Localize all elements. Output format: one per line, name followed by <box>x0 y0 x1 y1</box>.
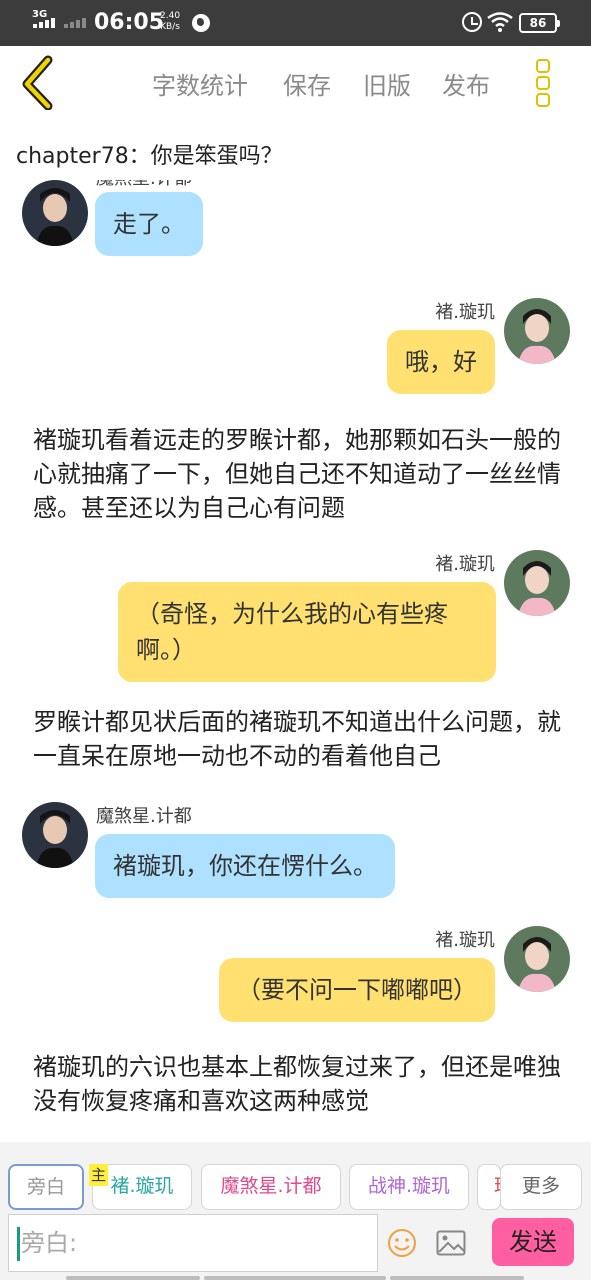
narration-text[interactable]: 褚璇玑的六识也基本上都恢复过来了，但还是唯独没有恢复疼痛和喜欢这两种感觉 <box>33 1050 563 1118</box>
speaker-name: 褚.璇玑 <box>435 302 495 323</box>
message-input[interactable] <box>9 1215 377 1271</box>
more-roles-button[interactable]: 更多 <box>500 1164 582 1210</box>
back-button[interactable] <box>14 54 64 111</box>
message-bubble[interactable]: （要不问一下嘟嘟吧） <box>219 958 495 1022</box>
speaker-name: 褚.璇玑 <box>435 930 495 951</box>
message-input-box[interactable] <box>8 1214 378 1272</box>
globe-icon <box>192 14 210 32</box>
network-speed: 2.40 KB/s <box>160 11 180 33</box>
message-bubble[interactable]: 走了。 <box>95 192 203 256</box>
message-bubble[interactable]: 哦，好 <box>387 330 495 394</box>
speed-value: 2.40 <box>160 11 181 21</box>
chevron-left-icon <box>22 55 53 111</box>
chapter-title[interactable]: chapter78：你是笨蛋吗？ <box>16 138 283 170</box>
smiley-icon[interactable] <box>387 1228 417 1258</box>
main-role-badge: 主 <box>89 1164 108 1186</box>
nav-indicator <box>390 1276 524 1280</box>
signal-icon-secondary <box>64 18 86 28</box>
nav-indicator <box>66 1276 200 1280</box>
role-input-bar: 旁白 褚.璇玑 主 魔煞星.计都 战神.璇玑 琼 更多 发送 <box>0 1142 591 1280</box>
chat-message-left[interactable]: 魔煞星.计都 走了。 <box>0 180 591 276</box>
word-count-button[interactable]: 字数统计 <box>152 66 248 101</box>
chat-message-right[interactable]: 褚.璇玑 （要不问一下嘟嘟吧） <box>0 924 591 1034</box>
battery-indicator: 86 <box>519 13 560 33</box>
narration-text[interactable]: 罗睺计都见状后面的褚璇玑不知道出什么问题，就一直呆在原地一动也不动的看着他自己 <box>33 705 563 773</box>
status-bar: 3G 06:05 2.40 KB/s 86 <box>0 0 591 46</box>
top-toolbar: 字数统计 保存 旧版 发布 <box>0 46 591 120</box>
more-button[interactable] <box>528 56 558 110</box>
role-chip-jidu[interactable]: 魔煞星.计都 <box>201 1164 341 1210</box>
chat-message-left[interactable]: 魔煞星.计都 褚璇玑，你还在愣什么。 <box>0 800 591 910</box>
avatar-xuanji[interactable] <box>504 298 570 364</box>
alarm-icon <box>462 12 482 32</box>
speed-unit: KB/s <box>160 22 180 32</box>
message-bubble[interactable]: 褚璇玑，你还在愣什么。 <box>95 834 395 898</box>
avatar-jidu[interactable] <box>22 802 88 868</box>
chat-message-right[interactable]: 褚.璇玑 （奇怪，为什么我的心有些疼啊。） <box>0 548 591 688</box>
role-chip-zhanshen[interactable]: 战神.璇玑 <box>349 1164 469 1210</box>
nav-indicator <box>204 1276 386 1280</box>
image-icon[interactable] <box>436 1230 466 1256</box>
send-button[interactable]: 发送 <box>492 1218 574 1266</box>
chat-message-right[interactable]: 褚.璇玑 哦，好 <box>0 296 591 406</box>
publish-button[interactable]: 发布 <box>442 66 490 101</box>
avatar-xuanji[interactable] <box>504 550 570 616</box>
chat-area[interactable]: 魔煞星.计都 走了。 褚.璇玑 哦，好 褚璇玑看着远走的罗睺计都，她那颗如石头一… <box>0 180 591 1142</box>
old-version-button[interactable]: 旧版 <box>363 66 411 101</box>
avatar-jidu[interactable] <box>22 180 88 246</box>
narration-text[interactable]: 褚璇玑看着远走的罗睺计都，她那颗如石头一般的心就抽痛了一下，但她自己还不知道动了… <box>33 423 563 525</box>
message-bubble[interactable]: （奇怪，为什么我的心有些疼啊。） <box>118 582 496 682</box>
text-cursor <box>17 1227 20 1261</box>
wifi-icon <box>487 12 513 32</box>
speaker-name: 魔煞星.计都 <box>96 806 192 827</box>
speaker-name: 魔煞星.计都 <box>96 180 192 190</box>
role-chip-narrator[interactable]: 旁白 <box>8 1164 84 1210</box>
more-vertical-icon <box>528 59 558 107</box>
signal-icon <box>33 18 55 28</box>
role-chip-partial[interactable]: 琼 <box>477 1164 501 1210</box>
save-button[interactable]: 保存 <box>283 66 331 101</box>
clock: 06:05 <box>94 10 165 35</box>
avatar-xuanji[interactable] <box>504 926 570 992</box>
speaker-name: 褚.璇玑 <box>435 554 495 575</box>
